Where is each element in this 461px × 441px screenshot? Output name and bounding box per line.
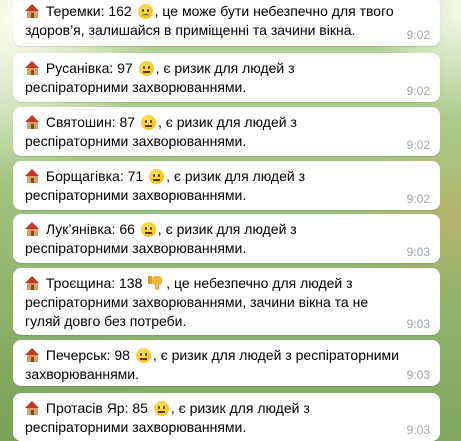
district-value: Русанівка: 97 (45, 60, 133, 76)
district-value: Борщагівка: 71 (45, 168, 144, 184)
district-value: Святошин: 87 (45, 114, 136, 130)
district-value: Лук’янівка: 66 (45, 221, 135, 237)
message-text: Русанівка: 97 , є ризик для людей з респ… (25, 59, 400, 97)
message-time: 9:03 (406, 245, 430, 259)
house-icon (25, 348, 40, 362)
neutral-face-icon (140, 115, 156, 130)
message-bubble[interactable]: Борщагівка: 71 , є ризик для людей з рес… (13, 161, 440, 210)
message-bubble[interactable]: Русанівка: 97 , є ризик для людей з респ… (13, 53, 440, 102)
district-value: Печерськ: 98 (45, 347, 130, 363)
message-time: 9:03 (406, 368, 430, 382)
thumbs-down-icon (148, 275, 164, 291)
district-value: Протасів Яр: 85 (45, 400, 148, 416)
neutral-face-icon (140, 222, 156, 237)
message-bubble[interactable]: Лук’янівка: 66 , є ризик для людей з рес… (13, 214, 440, 263)
message-time: 9:02 (406, 192, 430, 206)
message-text: Святошин: 87 , є ризик для людей з респі… (25, 113, 400, 151)
neutral-face-icon (153, 401, 169, 416)
message-text: Печерськ: 98 , є ризик для людей з респі… (25, 346, 400, 384)
house-icon (25, 115, 40, 129)
message-bubble[interactable]: Печерськ: 98 , є ризик для людей з респі… (13, 340, 440, 386)
message-text: Протасів Яр: 85 , є ризик для людей з ре… (25, 399, 400, 437)
message-text: Лук’янівка: 66 , є ризик для людей з рес… (25, 220, 400, 258)
message-time: 9:02 (406, 138, 430, 152)
neutral-face-icon (149, 169, 165, 184)
house-icon (25, 61, 40, 75)
house-icon (25, 222, 40, 236)
message-time: 9:03 (406, 317, 430, 331)
message-time: 9:02 (406, 84, 430, 98)
message-bubble[interactable]: Троєщина: 138 , це небезпечно для людей … (13, 268, 440, 335)
message-bubble[interactable]: Теремки: 162 , це може бути небезпечно д… (13, 0, 440, 46)
district-value: Троєщина: 138 (45, 275, 143, 291)
message-time: 9:03 (406, 423, 430, 437)
message-text: Теремки: 162 , це може бути небезпечно д… (25, 2, 400, 40)
message-text: Борщагівка: 71 , є ризик для людей з рес… (25, 167, 400, 205)
house-icon (25, 4, 40, 18)
house-icon (25, 169, 40, 183)
message-text: Троєщина: 138 , це небезпечно для людей … (25, 274, 400, 331)
house-icon (25, 401, 40, 415)
house-icon (25, 276, 40, 290)
neutral-face-icon (135, 348, 151, 363)
neutral-face-icon (138, 61, 154, 76)
message-bubble[interactable]: Протасів Яр: 85 , є ризик для людей з ре… (13, 393, 440, 441)
neutral-face-icon (137, 4, 153, 19)
message-bubble[interactable]: Святошин: 87 , є ризик для людей з респі… (13, 107, 440, 156)
message-time: 9:02 (406, 28, 430, 42)
district-value: Теремки: 162 (45, 3, 132, 19)
